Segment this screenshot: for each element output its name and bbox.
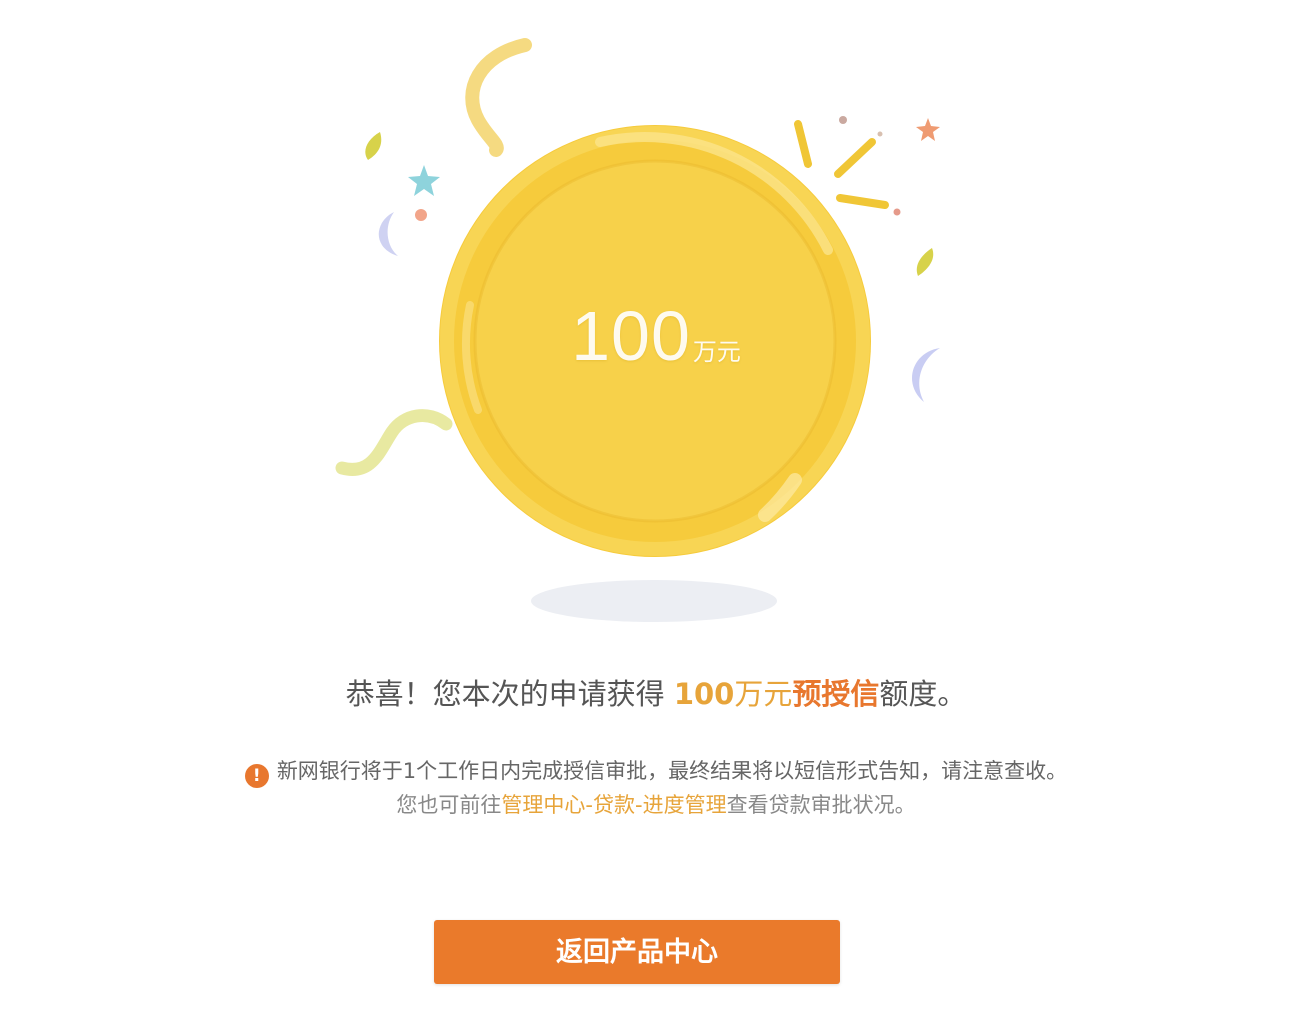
coin-shadow bbox=[531, 580, 777, 622]
headline-suffix: 额度。 bbox=[879, 677, 967, 711]
headline-amount: 100 bbox=[673, 677, 735, 711]
confetti-star-2 bbox=[916, 118, 940, 141]
confetti-ribbon bbox=[465, 38, 532, 157]
progress-management-link[interactable]: 管理中心-贷款-进度管理 bbox=[501, 793, 726, 817]
notice-line-1-text: 新网银行将于1个工作日内完成授信审批，最终结果将以短信形式告知，请注意查收。 bbox=[276, 759, 1068, 783]
back-to-product-center-button[interactable]: 返回产品中心 bbox=[434, 920, 840, 984]
confetti-leaf bbox=[365, 132, 382, 160]
headline-prefix: 恭喜！您本次的申请获得 bbox=[345, 677, 674, 711]
notice-line-2-suffix: 查看贷款审批状况。 bbox=[726, 793, 916, 817]
coin-illustration bbox=[335, 38, 940, 622]
result-headline: 恭喜！您本次的申请获得 100万元预授信额度。 bbox=[0, 672, 1312, 716]
confetti-ribbon-2 bbox=[335, 409, 453, 476]
headline-tag: 预授信 bbox=[792, 677, 880, 711]
confetti-star bbox=[408, 165, 440, 196]
approval-notice: ! 新网银行将于1个工作日内完成授信审批，最终结果将以短信形式告知，请注意查收。 … bbox=[0, 754, 1312, 822]
confetti-leaf-2 bbox=[916, 248, 934, 276]
confetti-dot bbox=[415, 209, 427, 221]
result-page: 100万元 恭喜！您本次的申请获得 100万元预授信额度。 ! 新网银行将于1个工… bbox=[0, 0, 1312, 1020]
headline-unit: 万元 bbox=[734, 677, 793, 711]
confetti-crescent-2 bbox=[912, 348, 940, 402]
coin-inner bbox=[475, 161, 835, 521]
notice-line-2: 您也可前往管理中心-贷款-进度管理查看贷款审批状况。 bbox=[0, 788, 1312, 822]
notice-line-2-prefix: 您也可前往 bbox=[396, 793, 502, 817]
confetti-line bbox=[794, 120, 812, 168]
notice-line-1: ! 新网银行将于1个工作日内完成授信审批，最终结果将以短信形式告知，请注意查收。 bbox=[0, 754, 1312, 788]
confetti-crescent bbox=[378, 212, 398, 256]
exclamation-icon: ! bbox=[244, 764, 269, 788]
